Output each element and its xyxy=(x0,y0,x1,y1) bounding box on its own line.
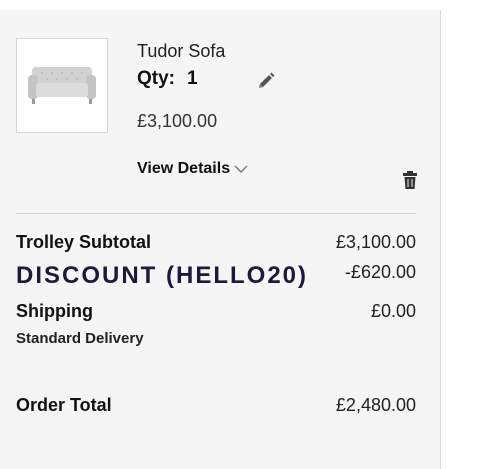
edit-quantity-button[interactable] xyxy=(256,71,276,91)
subtotal-value: £3,100.00 xyxy=(335,232,416,252)
quantity-value: 1 xyxy=(187,68,198,89)
product-image[interactable] xyxy=(16,38,108,133)
remove-item-button[interactable] xyxy=(402,170,418,190)
discount-label: DISCOUNT (HELLO20) xyxy=(16,262,309,289)
discount-value: -£620.00 xyxy=(344,262,416,282)
product-name[interactable]: Tudor Sofa xyxy=(137,41,225,62)
quantity-label: Qty: xyxy=(137,68,175,89)
sofa-icon xyxy=(28,67,96,104)
divider xyxy=(16,213,416,214)
view-details-label: View Details xyxy=(137,160,231,177)
subtotal-label: Trolley Subtotal xyxy=(16,232,152,252)
shipping-method: Standard Delivery xyxy=(16,330,144,347)
chevron-down-icon xyxy=(234,165,248,173)
quantity: Qty: 1 xyxy=(137,68,198,90)
product-price: £3,100.00 xyxy=(137,111,218,131)
shipping-value: £0.00 xyxy=(370,301,416,321)
order-total-value: £2,480.00 xyxy=(335,395,416,415)
trash-icon xyxy=(403,171,417,189)
pencil-icon xyxy=(259,72,275,88)
view-details-toggle[interactable]: View Details xyxy=(137,160,248,178)
shipping-label: Shipping xyxy=(16,301,93,321)
order-total-label: Order Total xyxy=(16,395,112,415)
